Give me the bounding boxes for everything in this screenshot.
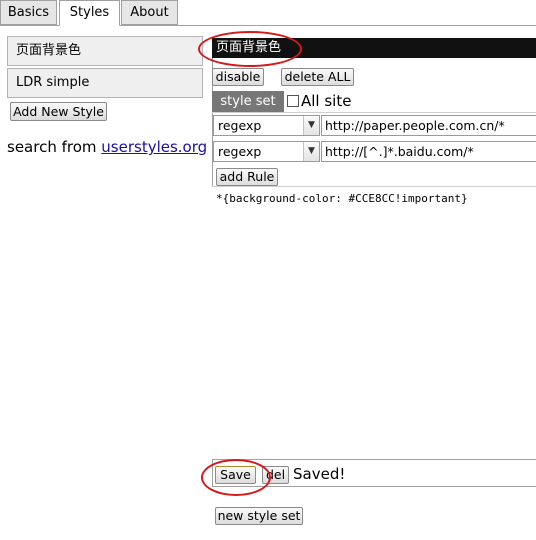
rule-type-value: regexp <box>218 144 262 159</box>
style-name-field[interactable]: 页面背景色 <box>212 38 536 58</box>
add-rule-button[interactable]: add Rule <box>216 168 278 186</box>
search-from-text: search from userstyles.org <box>7 138 207 156</box>
save-status-text: Saved! <box>293 465 346 483</box>
rule-type-select[interactable]: regexp ▼ <box>213 115 320 136</box>
chevron-down-icon[interactable]: ▼ <box>303 116 319 135</box>
all-site-label: All site <box>301 92 352 110</box>
tab-bar: Basics Styles About <box>0 0 536 26</box>
style-list-item[interactable]: 页面背景色 <box>7 36 203 66</box>
save-button[interactable]: Save <box>215 466 256 484</box>
rule-type-value: regexp <box>218 118 262 133</box>
style-set-label: style set <box>212 91 284 112</box>
disable-button[interactable]: disable <box>212 68 264 86</box>
row-divider <box>212 112 536 113</box>
panel-bottom-divider <box>212 486 536 487</box>
search-prefix: search from <box>7 138 102 156</box>
all-site-checkbox[interactable] <box>287 95 299 107</box>
del-button[interactable]: del <box>262 466 289 484</box>
delete-all-button[interactable]: delete ALL <box>281 68 354 86</box>
userstyles-link[interactable]: userstyles.org <box>101 138 207 156</box>
tab-about[interactable]: About <box>121 0 178 25</box>
css-code-editor[interactable]: *{background-color: #CCE8CC!important} <box>212 186 536 460</box>
style-list-item[interactable]: LDR simple <box>7 68 203 98</box>
rule-pattern-input[interactable]: http://[^.]*.baidu.com/* <box>321 141 536 162</box>
tab-basics[interactable]: Basics <box>0 0 57 25</box>
all-site-toggle[interactable]: All site <box>287 92 351 111</box>
rule-type-select[interactable]: regexp ▼ <box>213 141 320 162</box>
chevron-down-icon[interactable]: ▼ <box>303 142 319 161</box>
add-new-style-button[interactable]: Add New Style <box>10 102 107 121</box>
new-style-set-button[interactable]: new style set <box>215 507 303 525</box>
tab-styles[interactable]: Styles <box>59 0 120 26</box>
rule-pattern-input[interactable]: http://paper.people.com.cn/* <box>321 115 536 136</box>
